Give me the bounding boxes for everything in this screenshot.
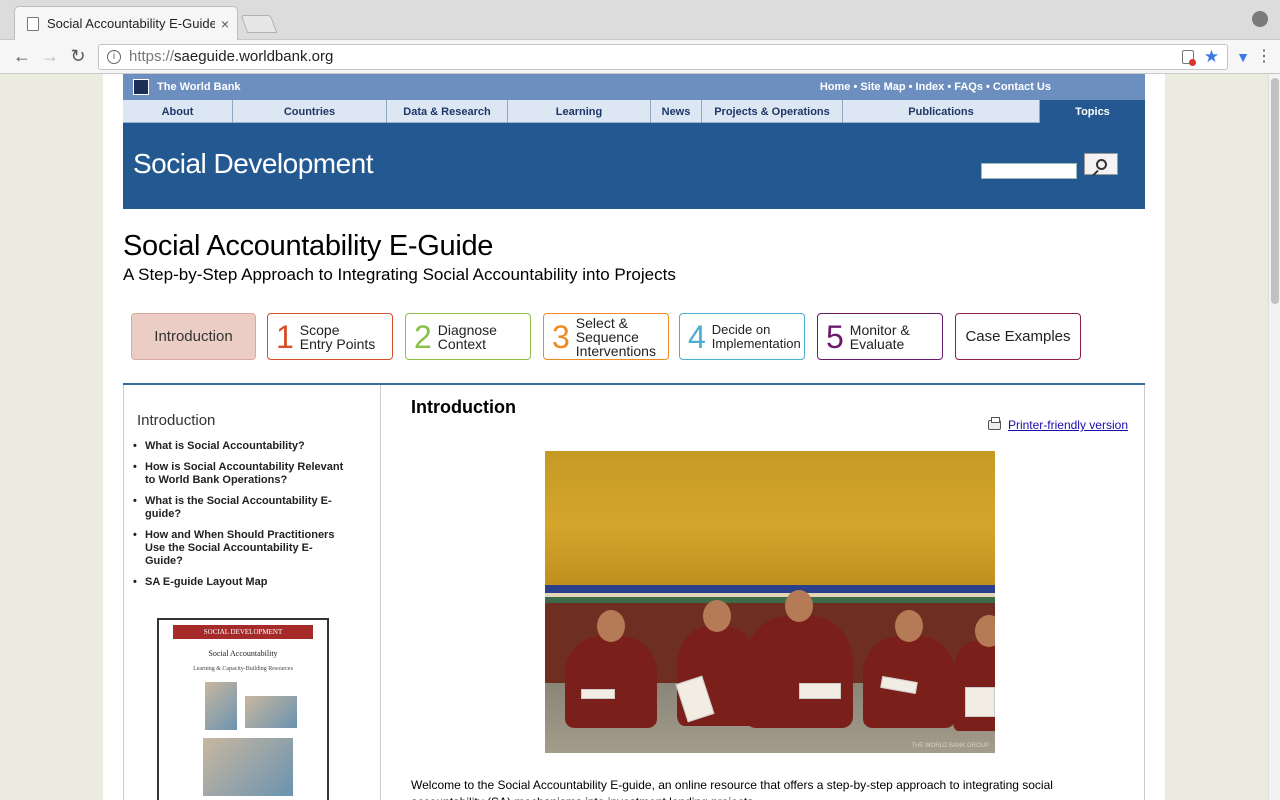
step-introduction[interactable]: Introduction	[131, 313, 256, 360]
sidebar-item-layout-map[interactable]: SA E-guide Layout Map	[133, 576, 345, 589]
nav-countries[interactable]: Countries	[233, 100, 387, 123]
step-5-monitor[interactable]: 5 Monitor & Evaluate	[817, 313, 943, 360]
step-label: Scope Entry Points	[299, 321, 376, 352]
star-icon[interactable]: ★	[1204, 47, 1219, 67]
back-arrow-icon[interactable]: ←	[8, 46, 36, 67]
nav-learning[interactable]: Learning	[508, 100, 651, 123]
tab-title: Social Accountability E-Guide	[47, 16, 215, 31]
sidebar-list: What is Social Accountability? How is So…	[133, 440, 345, 597]
step-2-diagnose[interactable]: 2 Diagnose Context	[405, 313, 531, 360]
photo-figure	[565, 610, 657, 728]
search-button[interactable]	[1084, 153, 1118, 175]
photo-figure	[745, 590, 853, 728]
guide-title: Social Accountability E-Guide	[123, 230, 494, 262]
browser-tab[interactable]: Social Accountability E-Guide ×	[14, 6, 238, 40]
book-photo	[203, 738, 293, 796]
nav-about[interactable]: About	[123, 100, 233, 123]
sidebar-heading: Introduction	[137, 412, 216, 429]
printer-icon[interactable]	[987, 417, 1001, 430]
reload-icon[interactable]: ↻	[64, 46, 92, 67]
book-photo	[245, 696, 297, 728]
step-label: Select & Sequence Interventions	[575, 314, 656, 359]
intro-paragraph: Welcome to the Social Accountability E-g…	[411, 778, 1053, 800]
book-photo	[205, 682, 237, 730]
guide-subtitle: A Step-by-Step Approach to Integrating S…	[123, 265, 676, 284]
step-number: 2	[414, 318, 432, 355]
profile-icon[interactable]	[1252, 11, 1268, 27]
sidebar: Introduction What is Social Accountabili…	[123, 385, 381, 800]
photo-figure	[953, 615, 995, 731]
top-links[interactable]: Home • Site Map • Index • FAQs • Contact…	[820, 81, 1051, 93]
site-search-input[interactable]	[981, 163, 1077, 179]
nav-news[interactable]: News	[651, 100, 702, 123]
step-label: Diagnose Context	[437, 321, 497, 352]
nav-topics[interactable]: Topics	[1040, 100, 1145, 123]
worldbank-logo-icon[interactable]	[133, 79, 149, 95]
step-4-decide[interactable]: 4 Decide on Implementation	[679, 313, 805, 360]
page-icon	[27, 16, 39, 31]
photo-watermark: THE WORLD BANK GROUP	[911, 743, 989, 749]
worldbank-topbar: The World Bank Home • Site Map • Index •…	[123, 74, 1145, 100]
site-info-icon[interactable]: i	[107, 49, 121, 64]
book-subtitle: Learning & Capacity-Building Resources	[193, 666, 293, 672]
brand-name[interactable]: The World Bank	[157, 81, 241, 93]
sidebar-item-how-when[interactable]: How and When Should Practitioners Use th…	[133, 529, 345, 568]
step-navigation: Introduction 1 Scope Entry Points 2 Diagn…	[131, 313, 1091, 361]
blocked-content-icon[interactable]	[1181, 49, 1196, 66]
step-case-examples[interactable]: Case Examples	[955, 313, 1081, 360]
main-heading: Introduction	[411, 397, 516, 417]
magnifier-icon	[1095, 158, 1107, 170]
nav-publications[interactable]: Publications	[843, 100, 1040, 123]
sidebar-item-what-is-sa[interactable]: What is Social Accountability?	[133, 440, 345, 453]
printer-friendly: Printer-friendly version	[987, 417, 1128, 432]
step-number: 1	[276, 318, 294, 355]
page: The World Bank Home • Site Map • Index •…	[103, 74, 1165, 800]
section-title: Social Development	[133, 148, 374, 179]
graduation-cap-icon[interactable]: ▼	[1236, 49, 1250, 65]
page-scrollbar[interactable]	[1268, 74, 1280, 800]
step-3-select[interactable]: 3 Select & Sequence Interventions	[543, 313, 669, 360]
sidebar-item-what-is-eguide[interactable]: What is the Social Accountability E-guid…	[133, 495, 345, 521]
url-scheme: https://	[129, 48, 175, 65]
book-header: SOCIAL DEVELOPMENT	[173, 625, 313, 639]
main-nav: About Countries Data & Research Learning…	[123, 100, 1145, 123]
step-label: Monitor & Evaluate	[849, 321, 910, 352]
address-bar[interactable]: i https:// saeguide.worldbank.org ★	[98, 43, 1229, 70]
main-content: Introduction Printer-friendly version TH…	[381, 385, 1145, 800]
step-number: 3	[552, 318, 570, 355]
step-number: 5	[826, 318, 844, 355]
url-host: saeguide.worldbank.org	[174, 48, 334, 65]
scrollbar-thumb[interactable]	[1271, 78, 1279, 304]
sidebar-item-relevance[interactable]: How is Social Accountability Relevant to…	[133, 461, 345, 487]
close-tab-icon[interactable]: ×	[221, 16, 229, 32]
book-title: Social Accountability	[208, 649, 278, 658]
browser-tabbar: Social Accountability E-Guide ×	[0, 0, 1280, 40]
menu-dots-icon[interactable]: ⋮	[1256, 48, 1272, 65]
nav-data-research[interactable]: Data & Research	[387, 100, 508, 123]
new-tab-button[interactable]	[240, 15, 278, 33]
nav-projects-operations[interactable]: Projects & Operations	[702, 100, 843, 123]
step-number: 4	[688, 318, 706, 355]
page-viewport: The World Bank Home • Site Map • Index •…	[0, 74, 1268, 800]
step-label: Case Examples	[965, 327, 1071, 345]
resource-book-cover[interactable]: SOCIAL DEVELOPMENT Social Accountability…	[157, 618, 329, 800]
step-1-scope[interactable]: 1 Scope Entry Points	[267, 313, 393, 360]
step-label: Decide on Implementation	[711, 321, 801, 351]
printer-friendly-link[interactable]: Printer-friendly version	[1008, 418, 1128, 432]
hero-photo-monks: THE WORLD BANK GROUP	[545, 451, 995, 753]
step-label: Introduction	[154, 327, 233, 345]
browser-toolbar: ← → ↻ i https:// saeguide.worldbank.org …	[0, 40, 1280, 74]
forward-arrow-icon[interactable]: →	[36, 46, 64, 67]
section-banner: Social Development	[123, 123, 1145, 209]
